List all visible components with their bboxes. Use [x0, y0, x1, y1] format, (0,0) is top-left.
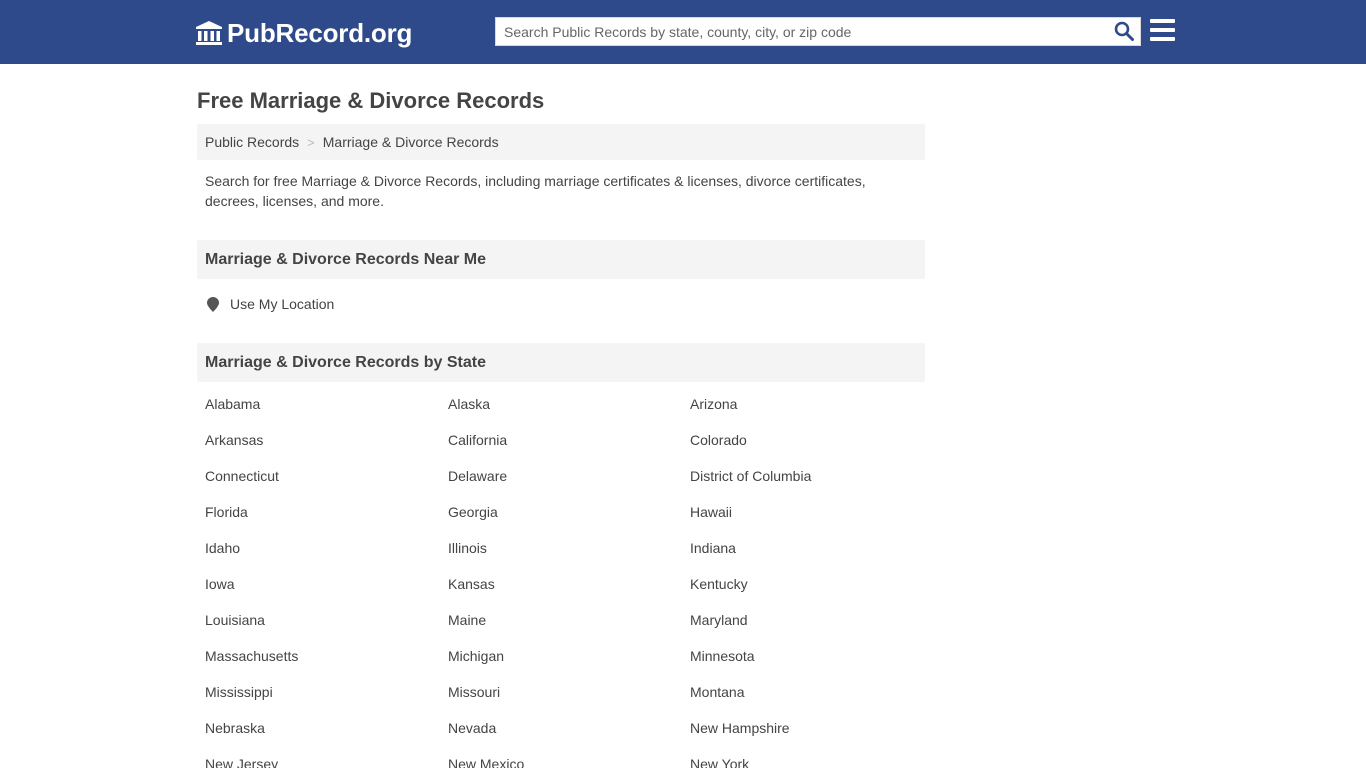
state-link[interactable]: Michigan: [448, 648, 504, 664]
state-link[interactable]: Minnesota: [690, 648, 755, 664]
state-link[interactable]: Connecticut: [205, 468, 279, 484]
state-link[interactable]: Illinois: [448, 540, 487, 556]
state-link[interactable]: New Hampshire: [690, 720, 790, 736]
state-link[interactable]: Montana: [690, 684, 744, 700]
courthouse-icon: [196, 21, 222, 45]
page-title: Free Marriage & Divorce Records: [197, 88, 545, 113]
use-my-location-link[interactable]: Use My Location: [207, 296, 334, 312]
state-link[interactable]: Maryland: [690, 612, 748, 628]
breadcrumb-current: Marriage & Divorce Records: [322, 134, 499, 150]
state-link[interactable]: Massachusetts: [205, 648, 298, 664]
state-link[interactable]: Missouri: [448, 684, 500, 700]
state-link[interactable]: Arkansas: [205, 432, 263, 448]
top-navbar: PubRecord.org: [0, 0, 1366, 64]
breadcrumb-separator: >: [307, 134, 315, 150]
by-state-heading: Marriage & Divorce Records by State: [197, 343, 925, 382]
state-link[interactable]: New York: [690, 756, 749, 768]
state-link[interactable]: Nevada: [448, 720, 496, 736]
state-link[interactable]: New Mexico: [448, 756, 524, 768]
state-link[interactable]: District of Columbia: [690, 468, 811, 484]
state-link[interactable]: Iowa: [205, 576, 235, 592]
state-link[interactable]: Mississippi: [205, 684, 273, 700]
state-link[interactable]: Georgia: [448, 504, 498, 520]
logo-text: PubRecord.org: [227, 17, 413, 48]
state-link[interactable]: Maine: [448, 612, 486, 628]
near-me-heading: Marriage & Divorce Records Near Me: [197, 240, 925, 279]
state-link[interactable]: Alabama: [205, 396, 260, 412]
state-link[interactable]: Hawaii: [690, 504, 732, 520]
state-link[interactable]: Kentucky: [690, 576, 748, 592]
hamburger-menu-icon[interactable]: [1150, 19, 1175, 43]
state-link[interactable]: Louisiana: [205, 612, 265, 628]
state-link[interactable]: Delaware: [448, 468, 507, 484]
breadcrumb: Public Records > Marriage & Divorce Reco…: [197, 124, 925, 160]
use-my-location-label: Use My Location: [230, 296, 335, 312]
state-link[interactable]: California: [448, 432, 507, 448]
state-link[interactable]: Indiana: [690, 540, 736, 556]
search-box: [495, 17, 1141, 46]
menu-bar: [1150, 37, 1175, 41]
state-link[interactable]: Colorado: [690, 432, 747, 448]
state-link[interactable]: Arizona: [690, 396, 737, 412]
search-input[interactable]: [496, 18, 1108, 45]
intro-text: Search for free Marriage & Divorce Recor…: [205, 173, 866, 209]
search-icon: [1114, 21, 1134, 41]
site-logo[interactable]: PubRecord.org: [195, 17, 412, 49]
search-button[interactable]: [1112, 21, 1136, 43]
map-marker-icon: [207, 296, 219, 312]
state-link[interactable]: Alaska: [448, 396, 490, 412]
menu-bar: [1150, 19, 1175, 23]
menu-bar: [1150, 28, 1175, 32]
state-link[interactable]: Kansas: [448, 576, 495, 592]
state-link[interactable]: Nebraska: [205, 720, 265, 736]
state-link[interactable]: New Jersey: [205, 756, 278, 768]
state-link[interactable]: Florida: [205, 504, 248, 520]
state-link[interactable]: Idaho: [205, 540, 240, 556]
breadcrumb-public-records[interactable]: Public Records: [205, 134, 299, 150]
